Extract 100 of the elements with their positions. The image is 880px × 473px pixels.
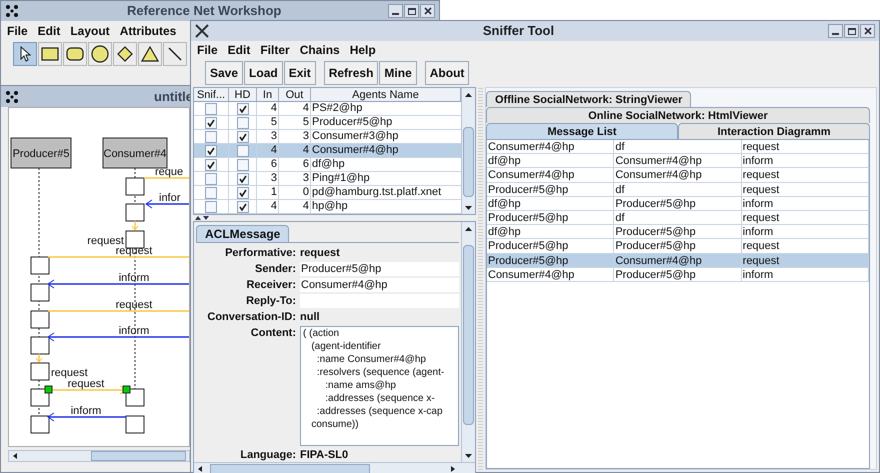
agent-row[interactable]: 4 4 hp@hp: [194, 200, 461, 214]
tab[interactable]: Offline SocialNetwork: StringViewer: [486, 91, 692, 107]
toolbar-button[interactable]: About: [424, 61, 470, 85]
tool-button[interactable]: [38, 42, 62, 66]
checkbox[interactable]: [205, 172, 217, 184]
checkbox[interactable]: [236, 158, 248, 170]
message-row[interactable]: Consumer#4@hp Consumer#4@hp request: [487, 168, 869, 183]
checkbox[interactable]: [205, 200, 217, 212]
message-label: request: [116, 299, 152, 311]
column-header[interactable]: In: [257, 88, 279, 101]
menu-item[interactable]: Help: [350, 41, 376, 59]
splitter-arrows-icon[interactable]: [195, 215, 209, 221]
window-menu-icon[interactable]: [5, 90, 19, 104]
checkbox[interactable]: [205, 130, 217, 142]
message-row[interactable]: df@hp Consumer#4@hp inform: [487, 154, 869, 168]
table-cell: df: [614, 182, 742, 196]
content-line: consume)): [310, 418, 359, 431]
maximize-button[interactable]: [844, 24, 859, 38]
window-menu-icon[interactable]: [5, 4, 19, 18]
agent-row[interactable]: 4 4 PS#2@hp: [194, 102, 461, 116]
scroll-thumb[interactable]: [91, 451, 186, 461]
activation-box: [30, 336, 50, 354]
message-row[interactable]: Producer#5@hp Producer#5@hp request: [487, 239, 869, 254]
scroll-thumb[interactable]: [210, 464, 370, 473]
checkbox[interactable]: [236, 102, 248, 114]
checkbox[interactable]: [236, 130, 248, 142]
checkbox[interactable]: [236, 186, 248, 198]
scroll-thumb[interactable]: [463, 127, 474, 197]
input-field[interactable]: Consumer#4@hp: [300, 278, 459, 292]
toolbar-button[interactable]: Exit: [284, 61, 316, 85]
checkbox[interactable]: [236, 116, 248, 128]
agent-row[interactable]: 3 3 Ping#1@hp: [194, 172, 461, 186]
table-cell: inform: [742, 268, 869, 281]
content-line: (agent-identifier: [310, 340, 381, 353]
checkbox[interactable]: [205, 158, 217, 170]
menu-item[interactable]: Chains: [300, 41, 340, 59]
agent-row[interactable]: 6 6 df@hp: [194, 158, 461, 172]
toolbar-button[interactable]: Load: [244, 61, 283, 85]
tab[interactable]: Message List: [486, 123, 678, 139]
scrollbar[interactable]: [461, 88, 475, 214]
menu-item[interactable]: Layout: [70, 22, 110, 40]
toolbar-button[interactable]: Save: [205, 61, 244, 85]
input-field[interactable]: Producer#5@hp: [300, 262, 459, 276]
agent-row[interactable]: 3 3 Consumer#3@hp: [194, 130, 461, 144]
menu-item[interactable]: Attributes: [120, 22, 176, 40]
table-cell: df: [614, 210, 742, 224]
scrollbar[interactable]: [461, 222, 475, 462]
close-button[interactable]: [860, 24, 875, 38]
x-logo-icon[interactable]: [195, 24, 209, 38]
message-row[interactable]: Consumer#4@hp df request: [487, 140, 869, 154]
checkbox[interactable]: [205, 116, 217, 128]
column-header[interactable]: HD: [229, 88, 257, 101]
port-marker: [44, 386, 52, 394]
message-row[interactable]: Consumer#4@hp Producer#5@hp inform: [487, 268, 869, 282]
tool-button[interactable]: [63, 42, 87, 66]
maximize-button[interactable]: [404, 4, 419, 18]
column-header[interactable]: Out: [279, 88, 311, 101]
scrollbar[interactable]: [194, 462, 475, 473]
scrollbar[interactable]: [8, 450, 190, 462]
field-label: Language:: [239, 448, 296, 462]
message-row[interactable]: Producer#5@hp df request: [487, 210, 869, 226]
message-row[interactable]: df@hp Producer#5@hp inform: [487, 225, 869, 240]
scroll-thumb[interactable]: [463, 245, 474, 425]
menu-item[interactable]: File: [197, 41, 218, 59]
agent-row[interactable]: 1 0 pd@hamburg.tst.platf.xnet: [194, 186, 461, 200]
close-button[interactable]: [420, 4, 435, 18]
column-header[interactable]: Snif...: [194, 88, 229, 101]
tool-button[interactable]: [113, 42, 137, 66]
table-cell-text: hp@hp: [311, 200, 349, 213]
message-row[interactable]: df@hp Producer#5@hp inform: [487, 196, 869, 211]
activation-box: [30, 284, 50, 302]
agent-row[interactable]: 4 4 Consumer#4@hp: [194, 144, 461, 158]
menu-item[interactable]: File: [7, 22, 28, 40]
tool-button[interactable]: [138, 42, 162, 66]
agent-row[interactable]: 5 5 Producer#5@hp: [194, 116, 461, 130]
activation-box: [30, 310, 50, 328]
tool-button[interactable]: [13, 42, 37, 66]
tab[interactable]: Online SocialNetwork: HtmlViewer: [486, 107, 870, 123]
table-cell: request: [742, 239, 869, 252]
tab[interactable]: ACLMessage: [196, 225, 290, 242]
menu-item[interactable]: Edit: [228, 41, 250, 59]
menu-item[interactable]: Edit: [38, 22, 60, 40]
checkbox[interactable]: [236, 144, 248, 156]
checkbox[interactable]: [205, 102, 217, 114]
menu-item[interactable]: Filter: [260, 41, 290, 59]
toolbar-button[interactable]: Refresh: [324, 61, 378, 85]
minimize-button[interactable]: [388, 4, 403, 18]
minimize-button[interactable]: [828, 24, 843, 38]
message-row[interactable]: Producer#5@hp df request: [487, 182, 869, 197]
tool-button[interactable]: [88, 42, 112, 66]
checkbox[interactable]: [236, 172, 248, 184]
checkbox[interactable]: [236, 200, 248, 212]
checkbox[interactable]: [205, 144, 217, 156]
content-text-area[interactable]: ( (action (agent-identifier :name Consumer#4@hp :resolvers (sequence (agent- :name ams@hp :addresses (sequence x- :addresses (sequence x-cap consume)): [300, 326, 459, 446]
message-row[interactable]: Producer#5@hp Consumer#4@hp request: [487, 254, 869, 268]
checkbox[interactable]: [205, 186, 217, 198]
toolbar-button[interactable]: Mine: [379, 61, 417, 85]
table-cell: Consumer#4@hp: [487, 168, 614, 182]
tab[interactable]: Interaction Diagramm: [678, 123, 870, 139]
tool-button[interactable]: [163, 42, 187, 66]
